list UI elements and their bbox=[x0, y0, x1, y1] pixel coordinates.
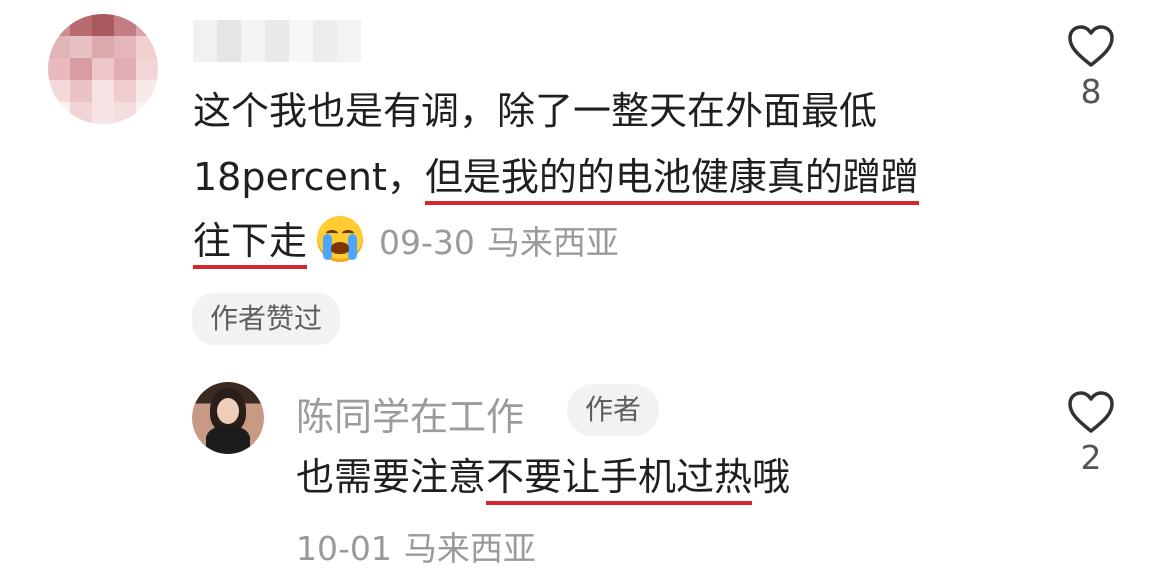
comment-text-line1: 这个我也是有调，除了一整天在外面最低 bbox=[193, 89, 878, 133]
reply-text-plain: 哦 bbox=[752, 455, 791, 499]
commenter-name-blurred[interactable] bbox=[193, 20, 361, 62]
author-liked-badge: 作者赞过 bbox=[192, 293, 341, 345]
heart-outline-icon[interactable] bbox=[1067, 24, 1115, 68]
commenter-avatar-blurred[interactable] bbox=[48, 14, 158, 124]
reply-author-name[interactable]: 陈同学在工作 bbox=[296, 386, 524, 441]
reply-author-avatar[interactable] bbox=[192, 382, 264, 454]
comment-text-line2: 18percent，但是我的的电池健康真的蹭蹭 bbox=[193, 152, 919, 205]
heart-outline-icon[interactable] bbox=[1067, 390, 1115, 434]
comment-text-plain: 18percent， bbox=[193, 155, 425, 199]
comment-like-count: 8 bbox=[1080, 72, 1102, 111]
reply-text-underlined: 不要让手机过热 bbox=[486, 455, 753, 505]
reply-like-button[interactable]: 2 bbox=[1067, 390, 1115, 477]
reply-location: 马来西亚 bbox=[403, 529, 536, 568]
reply-like-count: 2 bbox=[1080, 438, 1102, 477]
comment-text-line3: 往下走 09-30 马来西亚 bbox=[193, 216, 619, 269]
reply-text-plain: 也需要注意 bbox=[296, 455, 487, 499]
comment-location: 马来西亚 bbox=[486, 223, 619, 262]
comment-date: 09-30 bbox=[379, 223, 475, 262]
author-badge: 作者 bbox=[567, 384, 660, 436]
reply-text: 也需要注意不要让手机过热哦 bbox=[296, 452, 791, 505]
comment-text-underlined: 但是我的的电池健康真的蹭蹭 bbox=[424, 155, 919, 205]
crying-face-icon bbox=[317, 216, 364, 262]
comment-like-button[interactable]: 8 bbox=[1067, 24, 1115, 111]
comment-text-underlined: 往下走 bbox=[193, 219, 308, 269]
reply-meta: 10-01 马来西亚 bbox=[296, 522, 536, 570]
reply-date: 10-01 bbox=[296, 529, 392, 568]
